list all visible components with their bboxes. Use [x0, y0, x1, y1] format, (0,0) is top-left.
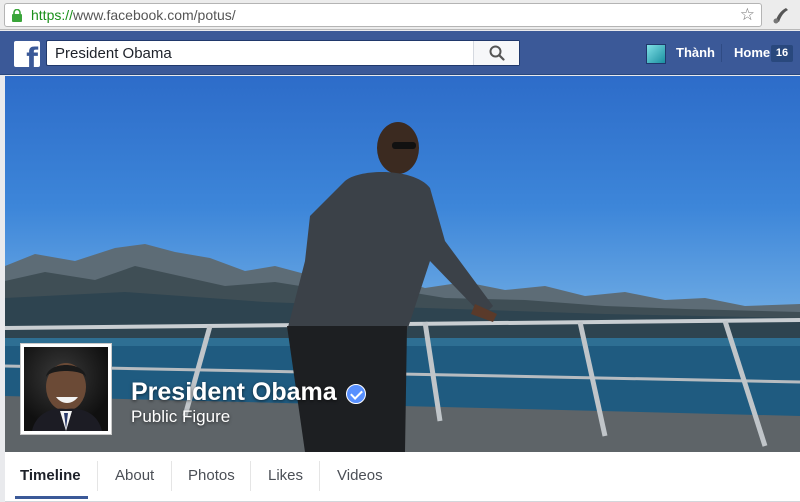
lock-icon	[12, 9, 22, 22]
active-tab-indicator	[15, 496, 88, 499]
search-box[interactable]: President Obama	[46, 40, 520, 66]
tab-divider	[171, 461, 172, 491]
search-button[interactable]	[473, 41, 519, 65]
search-icon	[489, 45, 505, 61]
address-bar[interactable]: https://www.facebook.com/potus/ ☆	[4, 3, 762, 27]
tab-divider	[97, 461, 98, 491]
bookmark-star-icon[interactable]: ☆	[740, 5, 755, 25]
tab-likes[interactable]: Likes	[268, 452, 303, 500]
cover-photo[interactable]: President Obama Public Figure	[5, 76, 800, 452]
profile-picture[interactable]	[20, 343, 112, 435]
avatar	[646, 44, 666, 64]
nav-divider	[721, 44, 722, 62]
profile-tabs: Timeline About Photos Likes Videos	[5, 452, 800, 502]
home-link[interactable]: Home	[734, 45, 770, 60]
extension-icon[interactable]	[770, 4, 792, 26]
user-name: Thành	[676, 45, 715, 60]
facebook-logo-icon[interactable]: f	[14, 41, 40, 67]
url-scheme: https://	[31, 7, 74, 23]
facebook-header: f President Obama Thành Home 16	[0, 31, 800, 75]
tab-divider	[319, 461, 320, 491]
search-input[interactable]: President Obama	[55, 45, 172, 62]
home-count-badge: 16	[771, 45, 793, 62]
tab-divider	[250, 461, 251, 491]
tab-photos[interactable]: Photos	[188, 452, 235, 500]
page-name: President Obama	[131, 378, 337, 406]
cover-scene	[5, 122, 800, 452]
profile-portrait	[32, 363, 102, 431]
tab-timeline[interactable]: Timeline	[20, 452, 81, 500]
verified-badge-icon	[346, 384, 366, 404]
page-category: Public Figure	[131, 407, 231, 426]
url-text: https://www.facebook.com/potus/	[31, 7, 236, 23]
tab-videos[interactable]: Videos	[337, 452, 383, 500]
browser-toolbar: https://www.facebook.com/potus/ ☆	[0, 0, 800, 30]
tab-about[interactable]: About	[115, 452, 154, 500]
url-path: www.facebook.com/potus/	[73, 7, 236, 23]
